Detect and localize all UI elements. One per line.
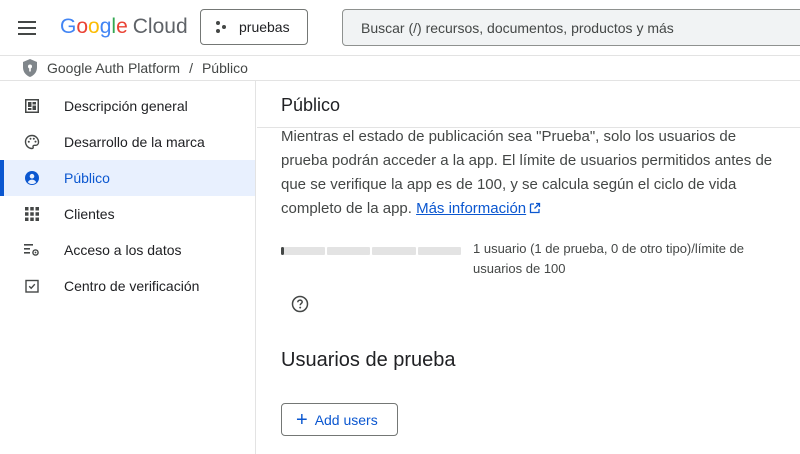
breadcrumb-current: Público bbox=[201, 60, 248, 76]
sidebar-item-label: Desarrollo de la marca bbox=[64, 134, 205, 150]
top-bar: Google Cloud pruebas bbox=[0, 0, 800, 55]
add-users-label: Add users bbox=[314, 411, 378, 428]
sidebar-item-label: Público bbox=[64, 170, 110, 186]
user-cap-progress-fill bbox=[281, 247, 284, 255]
person-icon bbox=[24, 170, 40, 186]
main-content: Público Mientras el estado de publicació… bbox=[257, 81, 800, 454]
audience-panel: Mientras el estado de publicación sea "P… bbox=[281, 125, 781, 436]
project-picker-button[interactable]: pruebas bbox=[200, 9, 308, 45]
external-link-icon bbox=[529, 202, 541, 214]
breadcrumb-auth-platform[interactable]: Google Auth Platform bbox=[47, 60, 180, 76]
sidebar: Descripción general Desarrollo de la mar… bbox=[0, 81, 256, 454]
cloud-wordmark: Cloud bbox=[132, 15, 188, 38]
test-users-heading: Usuarios de prueba bbox=[281, 349, 456, 371]
user-cap-progress-bar bbox=[281, 247, 461, 255]
help-icon[interactable] bbox=[291, 295, 309, 313]
project-name: pruebas bbox=[239, 19, 290, 35]
page-title: Público bbox=[281, 95, 341, 115]
project-dots-icon bbox=[215, 21, 227, 33]
sidebar-item-label: Descripción general bbox=[64, 98, 188, 114]
description-text: Mientras el estado de publicación sea "P… bbox=[281, 128, 773, 217]
google-wordmark: Google bbox=[60, 15, 128, 38]
breadcrumb: Google Auth Platform / Público bbox=[0, 55, 800, 81]
palette-icon bbox=[24, 134, 40, 150]
google-cloud-logo[interactable]: Google Cloud bbox=[60, 13, 188, 41]
sidebar-item-data-access[interactable]: Acceso a los datos bbox=[0, 232, 255, 268]
learn-more-link[interactable]: Más información bbox=[416, 200, 526, 217]
main-menu-icon[interactable] bbox=[16, 17, 40, 39]
plus-icon: + bbox=[296, 408, 308, 431]
data-access-icon bbox=[24, 242, 40, 258]
search-input[interactable] bbox=[361, 19, 800, 36]
sidebar-item-label: Clientes bbox=[64, 206, 115, 222]
sidebar-item-overview[interactable]: Descripción general bbox=[0, 88, 255, 124]
sidebar-item-verification-center[interactable]: Centro de verificación bbox=[0, 268, 255, 304]
verified-icon bbox=[24, 278, 40, 294]
add-users-button[interactable]: + Add users bbox=[281, 403, 398, 436]
grid-icon bbox=[24, 206, 40, 222]
sidebar-item-clients[interactable]: Clientes bbox=[0, 196, 255, 232]
sidebar-item-audience[interactable]: Público bbox=[0, 160, 255, 196]
sidebar-item-branding[interactable]: Desarrollo de la marca bbox=[0, 124, 255, 160]
sidebar-item-label: Centro de verificación bbox=[64, 278, 200, 294]
user-cap-text: 1 usuario (1 de prueba, 0 de otro tipo)/… bbox=[473, 241, 744, 276]
shield-icon bbox=[23, 59, 37, 77]
breadcrumb-separator: / bbox=[189, 60, 193, 76]
search-bar[interactable] bbox=[342, 9, 800, 46]
publishing-status-description: Mientras el estado de publicación sea "P… bbox=[281, 125, 781, 221]
dashboard-icon bbox=[24, 98, 40, 114]
sidebar-item-label: Acceso a los datos bbox=[64, 242, 182, 258]
